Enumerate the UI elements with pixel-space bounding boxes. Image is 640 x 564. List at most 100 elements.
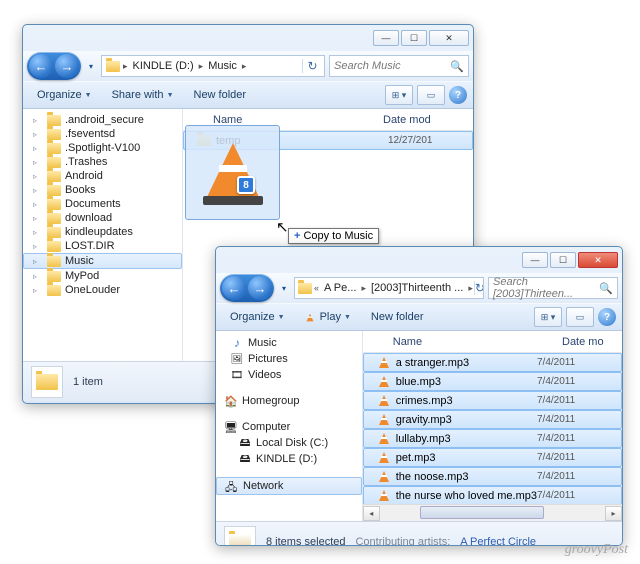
file-list[interactable]: a stranger.mp37/4/2011blue.mp37/4/2011cr… <box>363 353 622 504</box>
tree-item[interactable]: ▹.Spotlight-V100 <box>23 141 182 155</box>
folder-icon <box>47 241 61 252</box>
tree-item[interactable]: ▹download <box>23 211 182 225</box>
scroll-right-button[interactable]: ▸ <box>605 506 622 521</box>
computer-icon <box>224 420 238 434</box>
computer[interactable]: Computer <box>216 419 362 435</box>
tree-item[interactable]: ▹OneLouder <box>23 283 182 297</box>
tree-item[interactable]: ▹.Trashes <box>23 155 182 169</box>
help-button[interactable]: ? <box>449 86 467 104</box>
view-options-button[interactable]: ⊞ ▾ <box>385 85 413 105</box>
list-item[interactable]: crimes.mp37/4/2011 <box>363 391 622 410</box>
lib-pictures[interactable]: Pictures <box>216 351 362 367</box>
tree-item[interactable]: ▹.fseventsd <box>23 127 182 141</box>
organize-button[interactable]: Organize▼ <box>29 86 100 104</box>
chevron-left-icon[interactable]: « <box>313 283 320 293</box>
maximize-button[interactable]: ☐ <box>401 30 427 46</box>
play-button[interactable]: Play▼ <box>297 308 359 326</box>
lib-videos[interactable]: Videos <box>216 367 362 383</box>
back-button[interactable]: ← <box>29 54 53 78</box>
tree-item[interactable]: ▹LOST.DIR <box>23 239 182 253</box>
breadcrumb-seg-artist[interactable]: A Pe... <box>320 282 360 294</box>
organize-button[interactable]: Organize▼ <box>222 308 293 326</box>
list-item[interactable]: gravity.mp37/4/2011 <box>363 410 622 429</box>
minimize-button[interactable]: — <box>373 30 399 46</box>
help-button[interactable]: ? <box>598 308 616 326</box>
tree-item[interactable]: ▹MyPod <box>23 269 182 283</box>
breadcrumb-seg-drive[interactable]: KINDLE (D:) <box>129 60 198 72</box>
horizontal-scrollbar[interactable]: ◂ ▸ <box>363 504 622 521</box>
share-with-button[interactable]: Share with▼ <box>104 86 182 104</box>
tree-item[interactable]: ▹kindleupdates <box>23 225 182 239</box>
titlebar[interactable]: — ☐ ✕ <box>216 247 622 273</box>
file-date: 7/4/2011 <box>537 376 617 387</box>
homegroup[interactable]: Homegroup <box>216 393 362 409</box>
view-options-button[interactable]: ⊞ ▾ <box>534 307 562 327</box>
drive-kindle[interactable]: KINDLE (D:) <box>216 451 362 467</box>
search-icon: 🔍 <box>450 60 464 73</box>
tree-item[interactable]: ▹Documents <box>23 197 182 211</box>
maximize-button[interactable]: ☐ <box>550 252 576 268</box>
tree-item[interactable]: ▹Android <box>23 169 182 183</box>
vlc-cone-icon <box>379 490 389 501</box>
nav-history-dropdown[interactable]: ▾ <box>278 284 290 293</box>
list-item[interactable]: lullaby.mp37/4/2011 <box>363 429 622 448</box>
preview-pane-button[interactable]: ▭ <box>417 85 445 105</box>
preview-pane-button[interactable]: ▭ <box>566 307 594 327</box>
list-item[interactable]: temp12/27/201 <box>183 131 473 150</box>
titlebar[interactable]: — ☐ ✕ <box>23 25 473 51</box>
tree-item-label: MyPod <box>65 270 99 282</box>
column-headers[interactable]: Name Date mo <box>363 331 622 353</box>
list-item[interactable]: the nurse who loved me.mp37/4/2011 <box>363 486 622 504</box>
breadcrumb[interactable]: ▸ KINDLE (D:) ▸ Music ▸ ↻ <box>101 55 325 77</box>
toolbar: Organize▼ Play▼ New folder ⊞ ▾ ▭ ? <box>216 303 622 331</box>
refresh-button[interactable]: ↻ <box>474 281 484 295</box>
breadcrumb-seg-album[interactable]: [2003]Thirteenth ... <box>367 282 467 294</box>
column-date-header[interactable]: Date mod <box>383 114 473 126</box>
column-date-header[interactable]: Date mo <box>562 336 622 348</box>
folder-tree[interactable]: ▹.android_secure▹.fseventsd▹.Spotlight-V… <box>23 109 183 361</box>
tree-item[interactable]: ▹Music <box>23 253 182 269</box>
tree-item-label: kindleupdates <box>65 226 133 238</box>
file-date: 12/27/201 <box>388 135 468 146</box>
network-icon <box>225 479 239 493</box>
close-button[interactable]: ✕ <box>578 252 618 268</box>
breadcrumb-seg-folder[interactable]: Music <box>204 60 241 72</box>
folder-icon <box>47 157 61 168</box>
minimize-button[interactable]: — <box>522 252 548 268</box>
breadcrumb[interactable]: « A Pe... ▸ [2003]Thirteenth ... ▸ ↻ <box>294 277 484 299</box>
file-date: 7/4/2011 <box>537 357 617 368</box>
back-button[interactable]: ← <box>222 276 246 300</box>
folder-icon <box>47 227 61 238</box>
list-item[interactable]: the noose.mp37/4/2011 <box>363 467 622 486</box>
list-item[interactable]: blue.mp37/4/2011 <box>363 372 622 391</box>
refresh-button[interactable]: ↻ <box>302 59 322 73</box>
search-input[interactable]: Search Music 🔍 <box>329 55 469 77</box>
navigation-pane[interactable]: Music Pictures Videos Homegroup Computer… <box>216 331 363 521</box>
explorer-window-album[interactable]: — ☐ ✕ ← → ▾ « A Pe... ▸ [2003]Thirteenth… <box>215 246 623 546</box>
network[interactable]: Network <box>216 477 362 495</box>
vlc-cone-icon <box>379 414 389 425</box>
close-button[interactable]: ✕ <box>429 30 469 46</box>
column-headers[interactable]: Name Date mod <box>183 109 473 131</box>
column-name-header[interactable]: Name <box>183 114 383 126</box>
scroll-thumb[interactable] <box>420 506 544 519</box>
search-input[interactable]: Search [2003]Thirteen... 🔍 <box>488 277 618 299</box>
tree-item[interactable]: ▹.android_secure <box>23 113 182 127</box>
new-folder-button[interactable]: New folder <box>186 86 255 104</box>
file-name: the nurse who loved me.mp3 <box>396 490 537 502</box>
forward-button[interactable]: → <box>248 276 272 300</box>
list-item[interactable]: pet.mp37/4/2011 <box>363 448 622 467</box>
file-name: pet.mp3 <box>396 452 537 464</box>
nav-history-dropdown[interactable]: ▾ <box>85 62 97 71</box>
list-item[interactable]: a stranger.mp37/4/2011 <box>363 353 622 372</box>
drive-c[interactable]: Local Disk (C:) <box>216 435 362 451</box>
column-name-header[interactable]: Name <box>363 336 562 348</box>
tree-item[interactable]: ▹Books <box>23 183 182 197</box>
chevron-right-icon[interactable]: ▸ <box>241 61 248 72</box>
lib-music[interactable]: Music <box>216 335 362 351</box>
folder-icon <box>47 129 61 140</box>
new-folder-button[interactable]: New folder <box>363 308 432 326</box>
scroll-left-button[interactable]: ◂ <box>363 506 380 521</box>
forward-button[interactable]: → <box>55 54 79 78</box>
folder-icon <box>47 171 61 182</box>
